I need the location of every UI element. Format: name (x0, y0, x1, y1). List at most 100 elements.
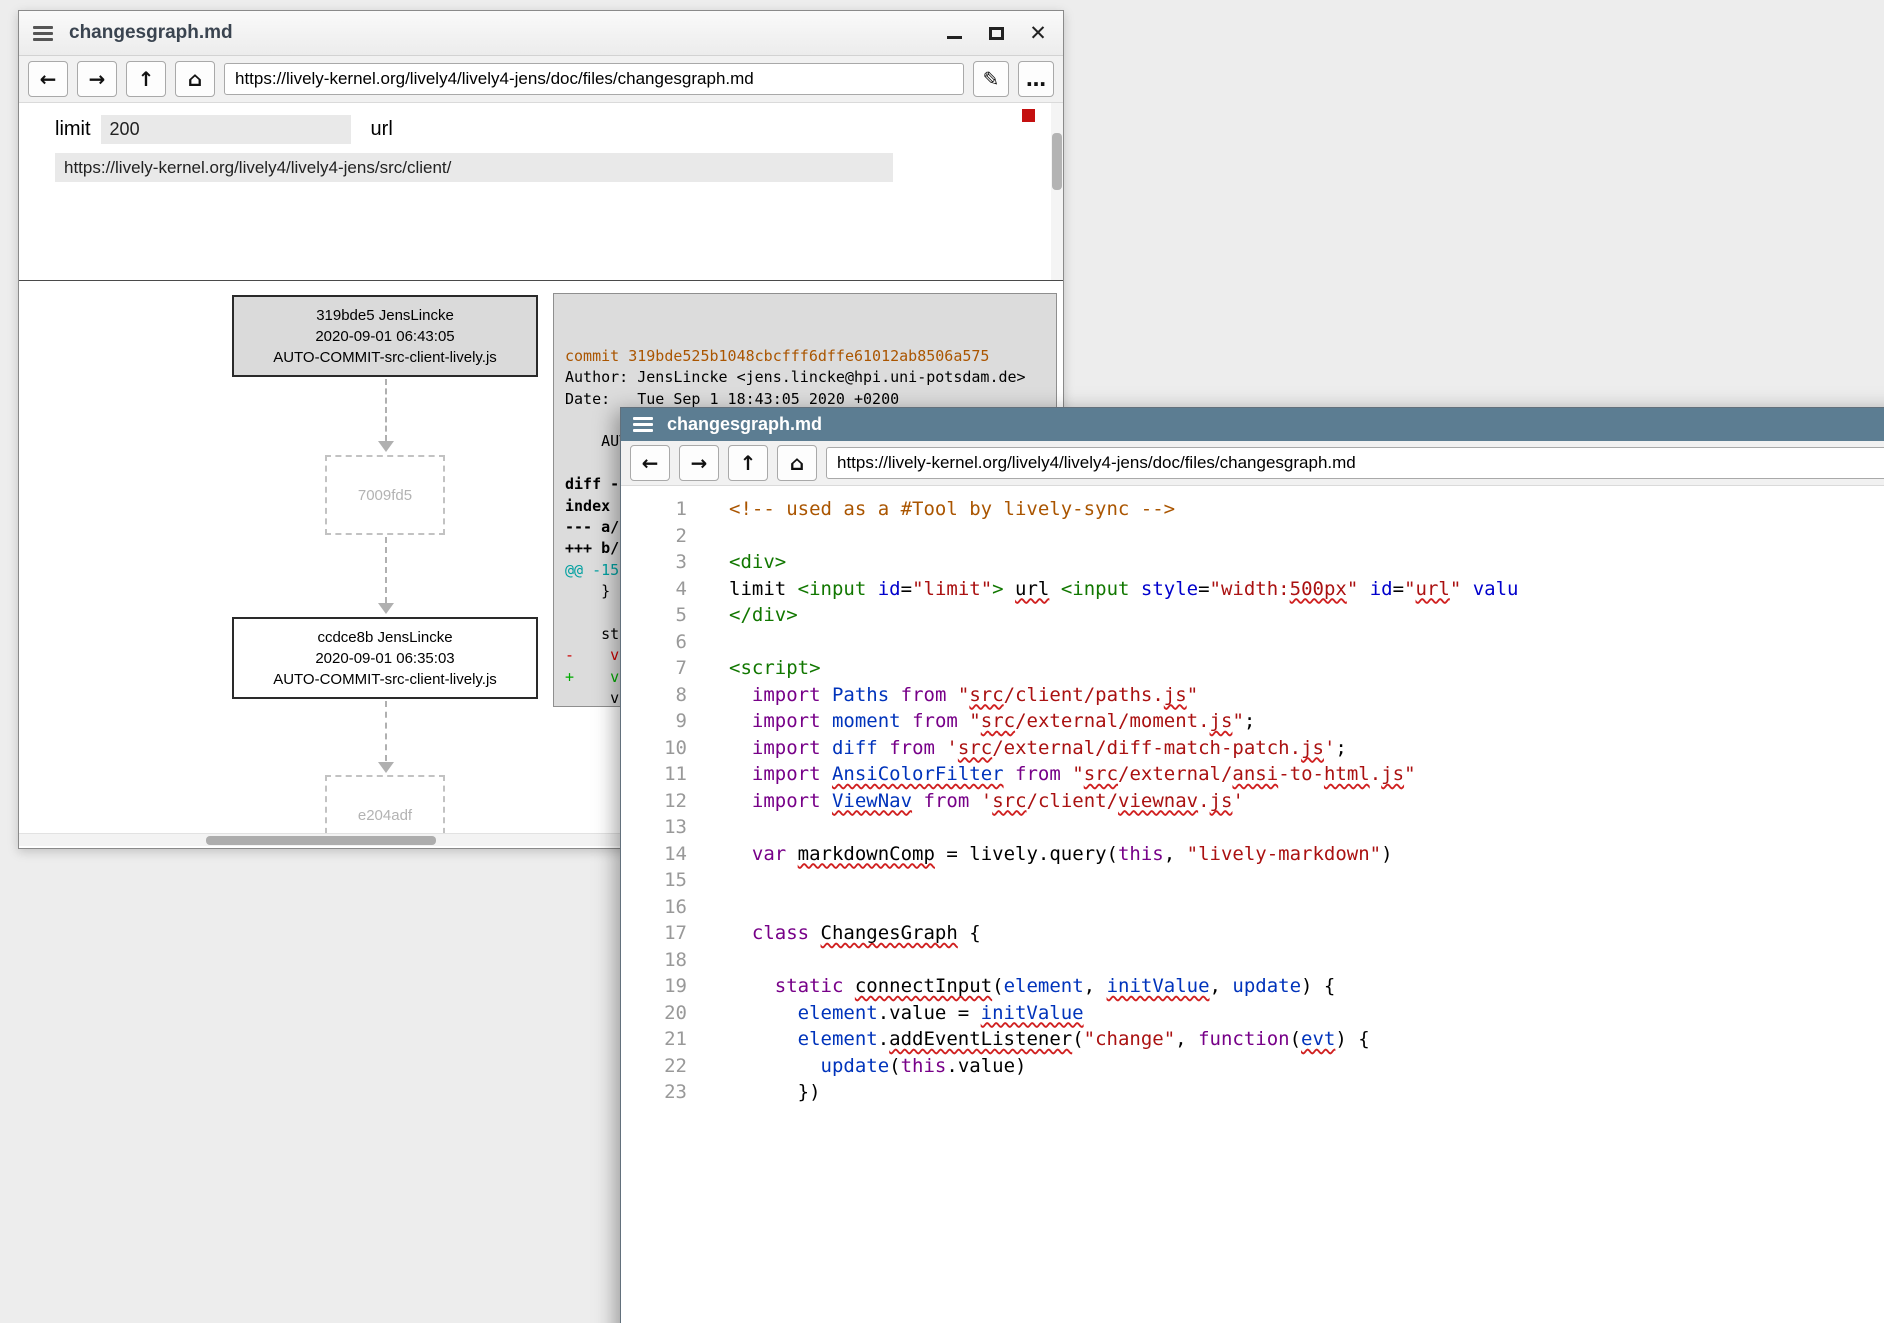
close-icon: ✕ (1029, 23, 1047, 44)
address-bar[interactable] (826, 447, 1884, 479)
line-number: 21 (621, 1026, 687, 1053)
limit-label: limit (55, 118, 91, 141)
horizontal-scrollbar-thumb[interactable] (206, 836, 436, 845)
line-number: 15 (621, 867, 687, 894)
line-number: 3 (621, 549, 687, 576)
forward-button[interactable]: → (679, 445, 719, 481)
url-label: url (371, 118, 393, 141)
code-line[interactable]: </div> (729, 602, 1884, 629)
commit-node-7009fd5[interactable]: 7009fd5 (325, 455, 445, 535)
code-line[interactable] (729, 523, 1884, 550)
gutter: 1234567891011121314151617181920212223 (621, 496, 687, 1323)
line-number: 12 (621, 788, 687, 815)
arrowhead-icon (378, 441, 394, 452)
back-button[interactable]: ← (28, 61, 68, 97)
code-line[interactable]: limit <input id="limit"> url <input styl… (729, 576, 1884, 603)
line-number: 20 (621, 1000, 687, 1027)
code-line[interactable]: update(this.value) (729, 1053, 1884, 1080)
code-line[interactable]: import ViewNav from 'src/client/viewnav.… (729, 788, 1884, 815)
code-line[interactable]: element.addEventListener("change", funct… (729, 1026, 1884, 1053)
graph-edge (385, 379, 387, 441)
commit-node-line: 7009fd5 (358, 485, 412, 506)
graph-edge (385, 701, 387, 761)
line-number: 23 (621, 1079, 687, 1106)
home-icon: ⌂ (790, 451, 804, 475)
commit-node-e204adf[interactable]: e204adf (325, 775, 445, 833)
code-editor[interactable]: 1234567891011121314151617181920212223 <!… (621, 486, 1884, 1323)
line-number: 4 (621, 576, 687, 603)
code-line[interactable] (729, 814, 1884, 841)
line-number: 7 (621, 655, 687, 682)
pencil-icon: ✎ (983, 67, 1000, 91)
red-status-square (1022, 109, 1035, 122)
code-line[interactable] (729, 867, 1884, 894)
code-line[interactable]: element.value = initValue (729, 1000, 1884, 1027)
code-line[interactable]: import Paths from "src/client/paths.js" (729, 682, 1884, 709)
commit-node-319bde5[interactable]: 319bde5 JensLincke 2020-09-01 06:43:05 A… (232, 295, 538, 377)
commit-node-line: AUTO-COMMIT-src-client-lively.js (234, 669, 536, 690)
limit-input[interactable] (101, 115, 351, 144)
home-button[interactable]: ⌂ (777, 445, 817, 481)
code-line[interactable]: <script> (729, 655, 1884, 682)
up-button[interactable]: ↑ (728, 445, 768, 481)
home-icon: ⌂ (188, 67, 202, 91)
address-bar[interactable] (224, 63, 964, 95)
window-title: changesgraph.md (667, 414, 822, 435)
commit-node-ccdce8b[interactable]: ccdce8b JensLincke 2020-09-01 06:35:03 A… (232, 617, 538, 699)
line-number: 18 (621, 947, 687, 974)
minimize-button[interactable] (943, 22, 965, 44)
maximize-button[interactable] (985, 22, 1007, 44)
commit-detail-line: commit 319bde525b1048cbcfff6dffe61012ab8… (565, 346, 1056, 367)
back-arrow-icon: ← (642, 451, 659, 475)
maximize-icon (989, 27, 1004, 40)
back-button[interactable]: ← (630, 445, 670, 481)
line-number: 14 (621, 841, 687, 868)
line-number: 1 (621, 496, 687, 523)
up-arrow-icon: ↑ (138, 67, 155, 91)
code-lines[interactable]: <!-- used as a #Tool by lively-sync --> … (687, 496, 1884, 1323)
window-menu-icon[interactable] (633, 417, 653, 432)
more-options-button[interactable]: … (1018, 61, 1054, 97)
vertical-scrollbar-thumb[interactable] (1052, 133, 1062, 190)
edit-button[interactable]: ✎ (973, 61, 1009, 97)
code-line[interactable] (729, 947, 1884, 974)
code-line[interactable]: import diff from 'src/external/diff-matc… (729, 735, 1884, 762)
line-number: 5 (621, 602, 687, 629)
line-number: 2 (621, 523, 687, 550)
minimize-icon (947, 36, 962, 39)
window-menu-icon[interactable] (33, 26, 53, 41)
line-number: 9 (621, 708, 687, 735)
graph-edge (385, 537, 387, 603)
code-line[interactable] (729, 894, 1884, 921)
forward-button[interactable]: → (77, 61, 117, 97)
close-button[interactable]: ✕ (1027, 22, 1049, 44)
arrowhead-icon (378, 603, 394, 614)
code-line[interactable] (729, 629, 1884, 656)
code-line[interactable]: import moment from "src/external/moment.… (729, 708, 1884, 735)
url-input[interactable] (55, 153, 893, 182)
code-line[interactable]: <div> (729, 549, 1884, 576)
line-number: 8 (621, 682, 687, 709)
titlebar[interactable]: changesgraph.md ✕ (19, 11, 1063, 56)
commit-node-line: 2020-09-01 06:43:05 (234, 326, 536, 347)
forward-arrow-icon: → (691, 451, 708, 475)
vertical-scrollbar[interactable] (1051, 103, 1063, 280)
commit-node-line: e204adf (358, 805, 412, 826)
line-number: 19 (621, 973, 687, 1000)
line-number: 22 (621, 1053, 687, 1080)
ellipsis-icon: … (1026, 67, 1046, 91)
up-button[interactable]: ↑ (126, 61, 166, 97)
commit-node-line: AUTO-COMMIT-src-client-lively.js (234, 347, 536, 368)
window-title: changesgraph.md (69, 22, 233, 44)
forward-arrow-icon: → (89, 67, 106, 91)
commit-node-line: ccdce8b JensLincke (234, 627, 536, 648)
window-changesgraph-editor: changesgraph.md ← → ↑ ⌂ 1234567891011121… (620, 407, 1884, 1323)
code-line[interactable]: <!-- used as a #Tool by lively-sync --> (729, 496, 1884, 523)
code-line[interactable]: import AnsiColorFilter from "src/externa… (729, 761, 1884, 788)
titlebar[interactable]: changesgraph.md (621, 408, 1884, 441)
code-line[interactable]: }) (729, 1079, 1884, 1106)
code-line[interactable]: static connectInput(element, initValue, … (729, 973, 1884, 1000)
code-line[interactable]: class ChangesGraph { (729, 920, 1884, 947)
home-button[interactable]: ⌂ (175, 61, 215, 97)
code-line[interactable]: var markdownComp = lively.query(this, "l… (729, 841, 1884, 868)
